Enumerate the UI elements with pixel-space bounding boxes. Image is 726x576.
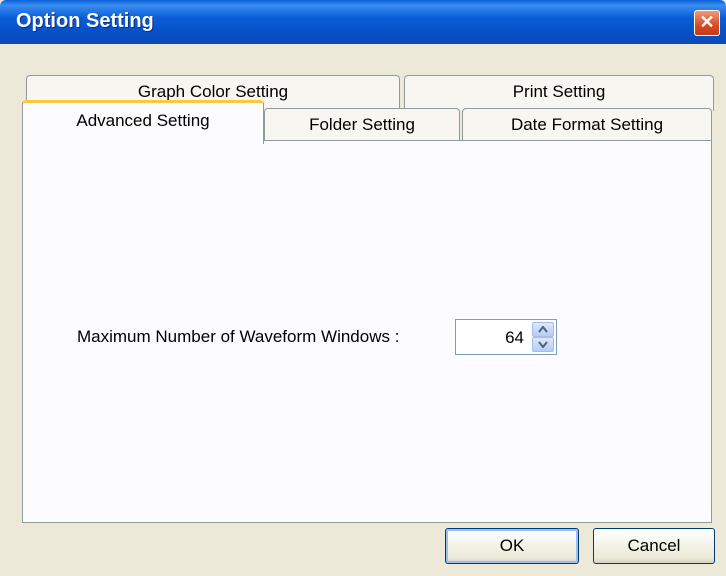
ok-button[interactable]: OK	[445, 528, 579, 564]
max-waveform-windows-value[interactable]: 64	[505, 328, 524, 348]
tab-label: Graph Color Setting	[137, 82, 289, 101]
dialog-body: Graph Color Setting Print Setting Advanc…	[0, 44, 726, 576]
tab-date-format-setting[interactable]: Date Format Setting	[462, 108, 712, 140]
arrow-down-icon	[538, 341, 548, 348]
title-bar[interactable]: Option Setting ✕	[0, 0, 726, 44]
tab-label: Folder Setting	[309, 115, 415, 134]
arrow-up-icon	[538, 326, 548, 333]
spinner-up-button[interactable]	[532, 322, 554, 337]
spinner-buttons	[532, 322, 554, 352]
tab-advanced-setting[interactable]: Advanced Setting	[22, 100, 264, 144]
close-button[interactable]: ✕	[694, 10, 720, 36]
max-waveform-windows-spinner[interactable]: 64	[455, 319, 557, 355]
cancel-button[interactable]: Cancel	[593, 528, 715, 564]
spinner-down-button[interactable]	[532, 337, 554, 352]
tab-label: Date Format Setting	[510, 115, 664, 134]
close-icon: ✕	[699, 12, 715, 32]
tab-folder-setting[interactable]: Folder Setting	[264, 108, 460, 140]
tab-print-setting[interactable]: Print Setting	[404, 75, 714, 111]
tab-label: Print Setting	[512, 82, 606, 101]
tab-label: Advanced Setting	[76, 111, 210, 130]
advanced-setting-panel: Maximum Number of Waveform Windows : 64	[22, 140, 712, 523]
max-waveform-windows-label: Maximum Number of Waveform Windows :	[77, 327, 400, 346]
window-title: Option Setting	[16, 10, 154, 32]
